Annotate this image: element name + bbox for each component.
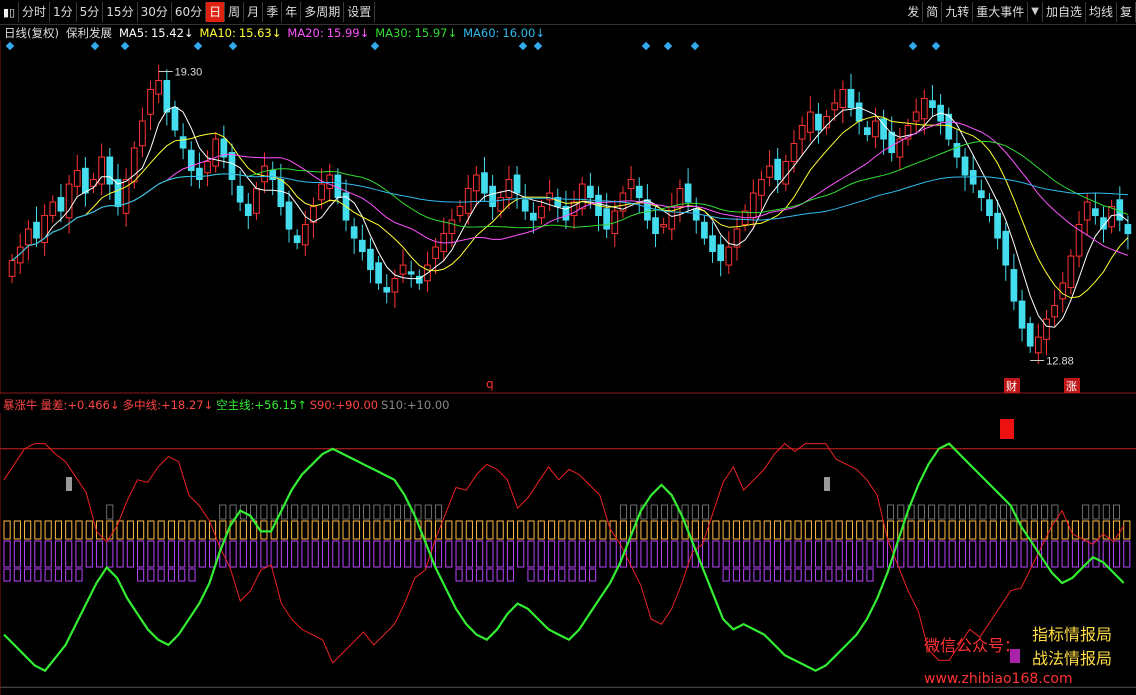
ma20-value: 15.99↓ [326,26,370,40]
indicator-name: 暴涨牛 [3,398,38,412]
mark-zhang: 涨 [1066,380,1077,393]
low-price-label: 12.88 [1046,355,1074,367]
period-button-12[interactable]: 设置 [344,2,376,22]
ind-item-4: S10:+10.00 [381,398,450,412]
toolbar-button-1[interactable]: 简 [923,2,943,22]
watermark-url: www.zhibiao168.com [924,671,1073,687]
toolbar-button-6[interactable]: 复 [1117,2,1136,22]
stock-name: 保利发展 [65,26,112,40]
ind-item-2: 空主线:+56.15↑ [216,398,307,412]
ind-item-0: 量差:+0.466↓ [40,398,120,412]
period-button-5[interactable]: 60分 [172,2,207,22]
ma60-value: 16.00↓ [502,26,545,40]
chart-type-icon[interactable]: ▮▯ [0,2,19,22]
candle [1067,249,1075,295]
ma5-value: 15.42↓ [150,26,194,40]
indicator-info-bar: 暴涨牛 量差:+0.466↓ 多中线:+18.27↓ 空主线:+56.15↑ S… [3,397,449,413]
period-button-4[interactable]: 30分 [138,2,172,22]
toolbar-button-4[interactable]: 加自选 [1043,2,1086,22]
chart-title: 日线(复权) [4,26,59,40]
toolbar-button-5[interactable]: 均线 [1086,2,1117,22]
toolbar-button-2[interactable]: 九转 [942,2,974,22]
ma10-value: 15.63↓ [238,26,282,40]
dropdown-icon[interactable]: ▼ [1028,2,1043,22]
ma10-label: MA10: [199,26,236,40]
watermark-name1: 指标情报局 [1032,625,1113,644]
gray-signal [824,477,830,491]
period-button-11[interactable]: 多周期 [301,2,345,22]
toolbar: ▮▯ 分时 1分 5分 15分 30分 60分日周月季年多周期 设置 发简九转 重大事件 ▼ 加自… [0,0,1136,25]
gray-signal [66,477,72,491]
ma30-label: MA30: [375,26,412,40]
period-button-7[interactable]: 周 [225,2,245,22]
ma30-value: 15.97↓ [414,26,458,40]
price-chart[interactable]: 19.30 12.88 q 财 涨 [0,40,1136,394]
mark-cai: 财 [1006,379,1017,393]
toolbar-button-0[interactable]: 发 [904,2,924,22]
watermark-name2: 战法情报局 [1032,649,1113,668]
period-button-9[interactable]: 季 [263,2,283,22]
ind-item-1: 多中线:+18.27↓ [122,398,214,412]
ind-item-3: S90:+90.00 [309,398,379,412]
main-info-bar: 日线(复权) 保利发展 MA5: 15.42↓ MA10: 15.63↓ MA20:… [4,25,545,41]
period-button-0[interactable]: 分时 [19,2,51,22]
period-button-1[interactable]: 1分 [50,2,77,22]
period-button-3[interactable]: 15分 [103,2,138,22]
toolbar-button-3[interactable]: 重大事件 [973,2,1029,22]
period-button-2[interactable]: 5分 [77,2,104,22]
watermark-wechat: 微信公众号： [924,636,1021,655]
period-button-6[interactable]: 日 [206,2,226,22]
ma5-label: MA5: [118,26,148,40]
ma60-label: MA60: [463,26,500,40]
mark-q: q [486,377,494,391]
high-price-label: 19.30 [175,67,203,79]
red-signal [1000,419,1014,439]
period-button-8[interactable]: 月 [244,2,264,22]
period-button-10[interactable]: 年 [282,2,302,22]
ma20-label: MA20: [287,26,324,40]
